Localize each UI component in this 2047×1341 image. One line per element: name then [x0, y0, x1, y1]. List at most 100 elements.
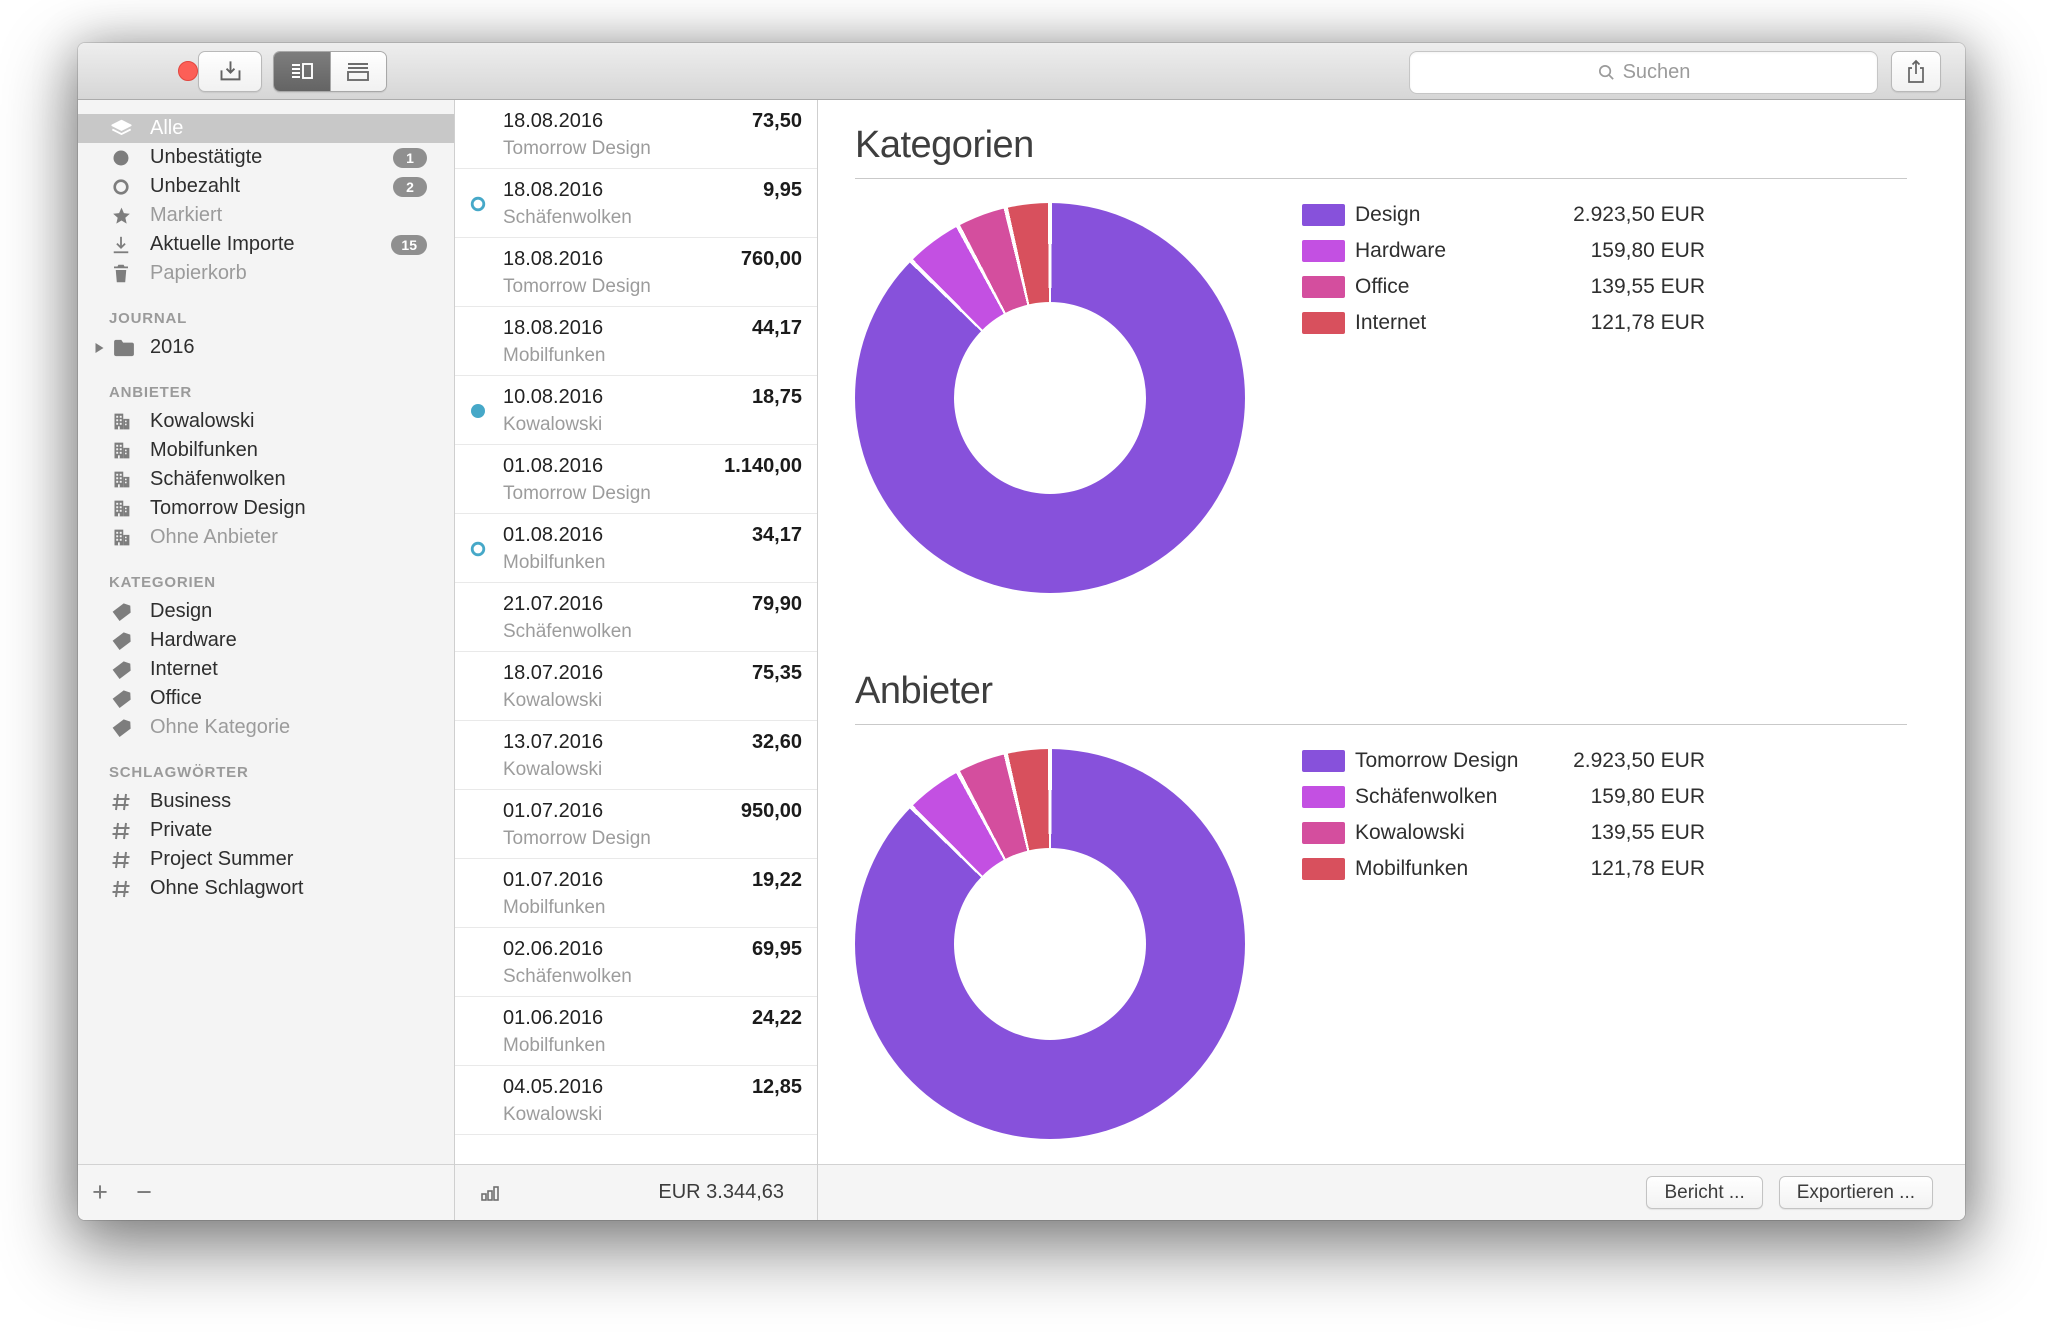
search-placeholder: Suchen — [1623, 61, 1691, 84]
detail-panel: KategorienDesign2.923,50 EURHardware159,… — [818, 100, 1965, 1220]
receipt-row[interactable]: 18.07.201675,35Kowalowski — [455, 652, 817, 721]
sidebar-item-ohne-schlagwort[interactable]: Ohne Schlagwort — [78, 874, 454, 903]
receipt-amount: 18,75 — [752, 386, 802, 409]
section-anbieter: AnbieterTomorrow Design2.923,50 EURSchäf… — [818, 646, 1965, 1164]
folder-icon — [112, 339, 136, 357]
receipt-date: 18.08.2016 — [503, 179, 603, 202]
report-button[interactable]: Bericht ... — [1646, 1176, 1762, 1209]
view-table-segment[interactable] — [330, 52, 386, 91]
legend-value: 121,78 EUR — [1426, 311, 1705, 335]
sidebar-item-hardware[interactable]: Hardware — [78, 626, 454, 655]
legend-swatch — [1302, 312, 1345, 334]
close-window-button[interactable] — [178, 61, 198, 81]
search-icon — [1597, 63, 1616, 82]
receipt-date: 01.08.2016 — [503, 524, 603, 547]
receipt-vendor: Kowalowski — [503, 414, 602, 436]
view-list-detail-segment[interactable] — [274, 52, 330, 91]
sidebar-item-markiert[interactable]: Markiert — [78, 201, 454, 230]
sidebar-item-mobilfunken[interactable]: Mobilfunken — [78, 436, 454, 465]
export-button[interactable]: Exportieren ... — [1779, 1176, 1933, 1209]
share-button[interactable] — [1891, 51, 1941, 92]
receipt-row[interactable]: 02.06.201669,95Schäfenwolken — [455, 928, 817, 997]
receipt-row[interactable]: 01.07.2016950,00Tomorrow Design — [455, 790, 817, 859]
legend-swatch — [1302, 750, 1345, 772]
building-icon — [109, 498, 133, 519]
donut-chart-kategorien — [855, 203, 1245, 593]
legend-row-kowalowski: Kowalowski139,55 EUR — [1302, 822, 1705, 844]
sidebar-item-label: Papierkorb — [150, 262, 247, 285]
legend-label: Hardware — [1355, 239, 1446, 263]
legend-row-sch-fenwolken: Schäfenwolken159,80 EUR — [1302, 786, 1705, 808]
receipt-row[interactable]: 18.08.20169,95Schäfenwolken — [455, 169, 817, 238]
sidebar-item-unbezahlt[interactable]: Unbezahlt2 — [78, 172, 454, 201]
sidebar-item-aktuelle-importe[interactable]: Aktuelle Importe15 — [78, 230, 454, 259]
receipt-row[interactable]: 01.06.201624,22Mobilfunken — [455, 997, 817, 1066]
legend-row-mobilfunken: Mobilfunken121,78 EUR — [1302, 858, 1705, 880]
star-icon — [109, 206, 133, 226]
receipt-row[interactable]: 01.08.20161.140,00Tomorrow Design — [455, 445, 817, 514]
add-button[interactable]: + — [78, 1179, 122, 1206]
legend-label: Internet — [1355, 311, 1426, 335]
sidebar-item-label: Tomorrow Design — [150, 497, 306, 520]
desktop: { "toolbar": { "search_placeholder": "Su… — [0, 0, 2047, 1341]
chart-legend: Tomorrow Design2.923,50 EUR Schäfenwolken… — [1302, 750, 1705, 894]
sidebar-item-label: Project Summer — [150, 848, 293, 871]
download-icon — [109, 235, 133, 255]
legend-value: 139,55 EUR — [1465, 821, 1705, 845]
legend-row-tomorrow-design: Tomorrow Design2.923,50 EUR — [1302, 750, 1705, 772]
receipt-amount: 79,90 — [752, 593, 802, 616]
window-body: AlleUnbestätigte1Unbezahlt2MarkiertAktue… — [78, 100, 1965, 1220]
receipt-row[interactable]: 13.07.201632,60Kowalowski — [455, 721, 817, 790]
sidebar-item-tomorrow-design[interactable]: Tomorrow Design — [78, 494, 454, 523]
legend-label: Schäfenwolken — [1355, 785, 1497, 809]
sidebar-item-2016[interactable]: 2016 — [78, 333, 454, 362]
receipt-date: 10.08.2016 — [503, 386, 603, 409]
sidebar-item-ohne-anbieter[interactable]: Ohne Anbieter — [78, 523, 454, 552]
receipt-row[interactable]: 21.07.201679,90Schäfenwolken — [455, 583, 817, 652]
table-view-icon — [345, 60, 371, 84]
sidebar-item-design[interactable]: Design — [78, 597, 454, 626]
search-input[interactable]: Suchen — [1409, 51, 1878, 94]
legend-label: Office — [1355, 275, 1409, 299]
legend-swatch — [1302, 822, 1345, 844]
sidebar-item-label: 2016 — [150, 336, 195, 359]
legend-label: Tomorrow Design — [1355, 749, 1518, 773]
sidebar-item-unbest-tigte[interactable]: Unbestätigte1 — [78, 143, 454, 172]
legend-value: 159,80 EUR — [1446, 239, 1705, 263]
remove-button[interactable]: − — [122, 1179, 166, 1206]
hash-icon — [109, 821, 133, 841]
receipt-vendor: Schäfenwolken — [503, 207, 632, 229]
sidebar-footer: + − — [78, 1164, 454, 1220]
building-icon — [109, 440, 133, 461]
sidebar-item-ohne-kategorie[interactable]: Ohne Kategorie — [78, 713, 454, 742]
import-button[interactable] — [198, 51, 262, 92]
receipt-vendor: Tomorrow Design — [503, 276, 651, 298]
sidebar-item-sch-fenwolken[interactable]: Schäfenwolken — [78, 465, 454, 494]
sidebar-item-internet[interactable]: Internet — [78, 655, 454, 684]
app-window: Suchen AlleUnbestätigte1Unbezahlt2Markie… — [78, 43, 1965, 1220]
receipt-row[interactable]: 18.08.201673,50Tomorrow Design — [455, 100, 817, 169]
count-badge: 1 — [393, 148, 427, 168]
sidebar-item-alle[interactable]: Alle — [78, 114, 454, 143]
sidebar-item-private[interactable]: Private — [78, 816, 454, 845]
view-mode-segmented-control — [273, 51, 387, 92]
disclosure-triangle-icon[interactable] — [94, 342, 106, 354]
receipt-row[interactable]: 01.07.201619,22Mobilfunken — [455, 859, 817, 928]
receipt-list: 18.08.201673,50Tomorrow Design18.08.2016… — [455, 100, 817, 1164]
receipt-amount: 24,22 — [752, 1007, 802, 1030]
sidebar-item-papierkorb[interactable]: Papierkorb — [78, 259, 454, 288]
receipt-row[interactable]: 18.08.201644,17Mobilfunken — [455, 307, 817, 376]
legend-value: 139,55 EUR — [1409, 275, 1705, 299]
titlebar: Suchen — [78, 43, 1965, 100]
sidebar-item-project-summer[interactable]: Project Summer — [78, 845, 454, 874]
bar-chart-icon[interactable] — [479, 1182, 501, 1204]
receipt-row[interactable]: 10.08.2016 18,75 Kowalowski — [455, 376, 817, 445]
receipt-row[interactable]: 04.05.201612,85Kowalowski — [455, 1066, 817, 1135]
detail-footer: Bericht ... Exportieren ... — [818, 1164, 1965, 1220]
sidebar-item-kowalowski[interactable]: Kowalowski — [78, 407, 454, 436]
receipt-row[interactable]: 18.08.2016760,00Tomorrow Design — [455, 238, 817, 307]
sidebar-item-office[interactable]: Office — [78, 684, 454, 713]
sidebar-item-business[interactable]: Business — [78, 787, 454, 816]
receipt-row[interactable]: 01.08.201634,17Mobilfunken — [455, 514, 817, 583]
building-icon — [109, 411, 133, 432]
